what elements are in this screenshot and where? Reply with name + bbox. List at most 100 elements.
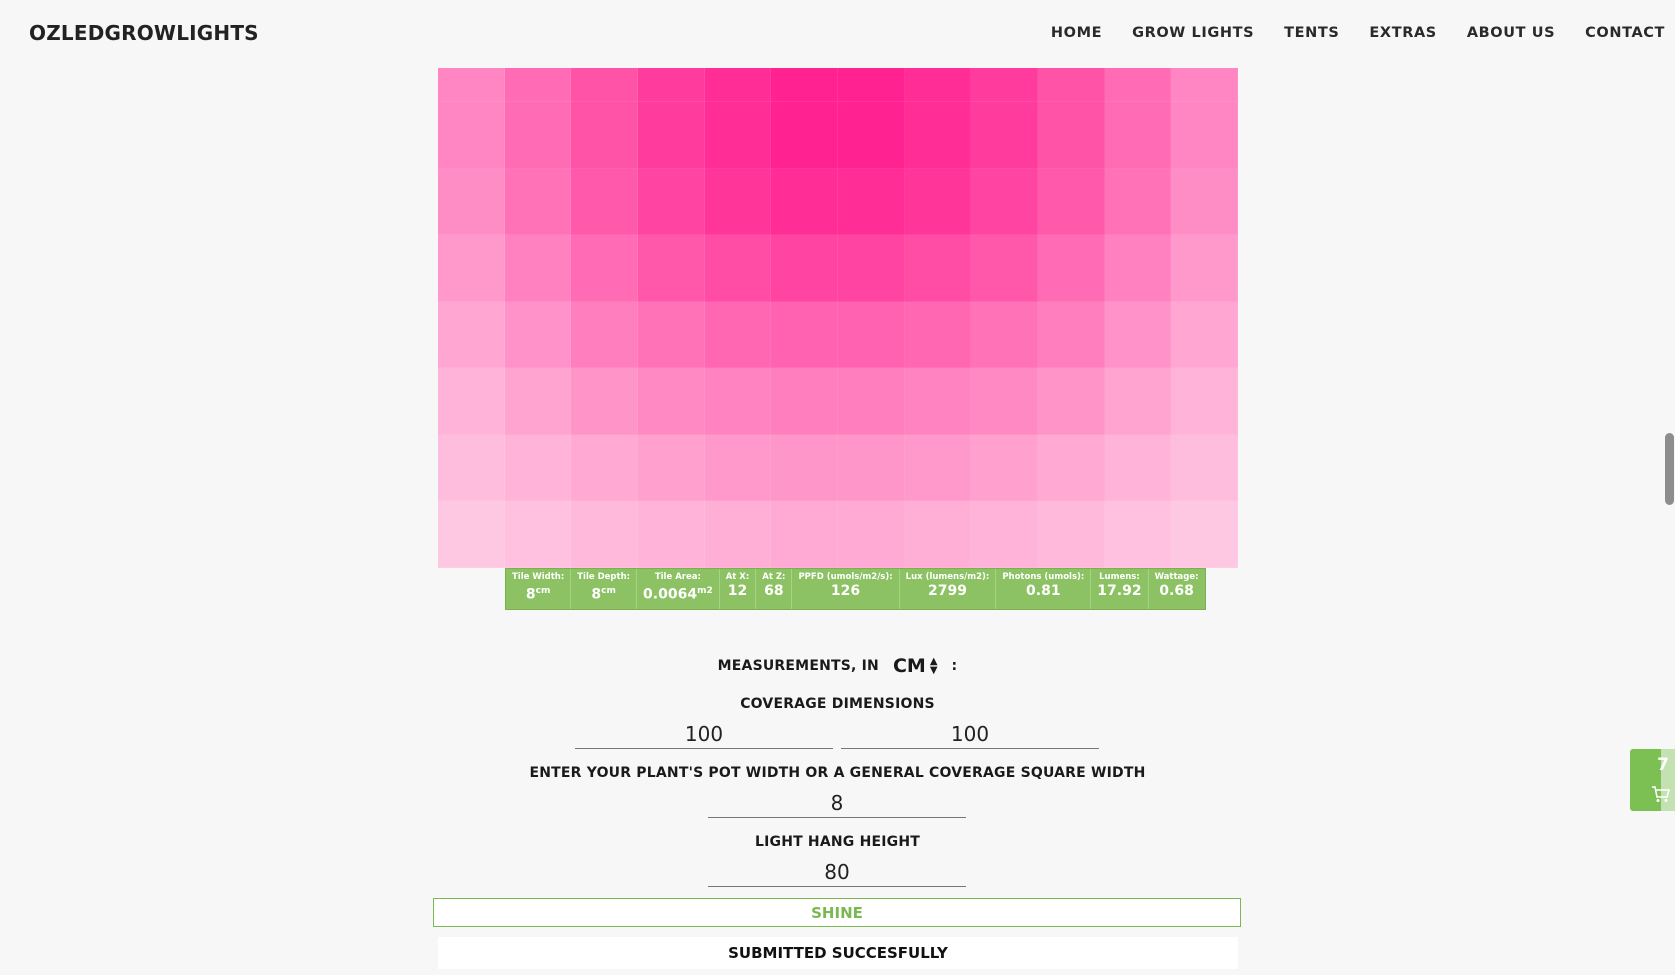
heatmap-tile[interactable] bbox=[571, 168, 638, 236]
heatmap-tile[interactable] bbox=[438, 68, 505, 102]
heatmap-tile[interactable] bbox=[704, 434, 772, 502]
heatmap-tile[interactable] bbox=[771, 68, 838, 102]
heatmap-tile[interactable] bbox=[1037, 68, 1105, 102]
heatmap-tile[interactable] bbox=[1037, 501, 1105, 568]
heatmap-tile[interactable] bbox=[837, 68, 905, 102]
nav-home[interactable]: HOME bbox=[1051, 25, 1102, 41]
page-scrollbar[interactable] bbox=[1663, 0, 1675, 975]
heatmap-tile[interactable] bbox=[438, 168, 505, 236]
heatmap-tile[interactable] bbox=[504, 235, 572, 302]
heatmap-tile[interactable] bbox=[837, 368, 905, 435]
heatmap-tile[interactable] bbox=[837, 434, 905, 502]
heatmap-tile[interactable] bbox=[504, 501, 572, 568]
heatmap-tile[interactable] bbox=[438, 501, 505, 568]
heatmap-tile[interactable] bbox=[904, 102, 972, 169]
heatmap-tile[interactable] bbox=[837, 301, 905, 369]
heatmap-tile[interactable] bbox=[771, 434, 838, 502]
heatmap-tile[interactable] bbox=[1104, 301, 1172, 369]
heatmap-tile[interactable] bbox=[771, 368, 838, 435]
pot-width-input[interactable] bbox=[708, 788, 966, 818]
coverage-depth-input[interactable] bbox=[841, 719, 1099, 749]
shine-button[interactable]: SHINE bbox=[433, 898, 1241, 927]
unit-select[interactable]: CM ▲ ▼ bbox=[893, 655, 938, 677]
heatmap-tile[interactable] bbox=[637, 368, 705, 435]
nav-grow-lights[interactable]: GROW LIGHTS bbox=[1132, 25, 1254, 41]
heatmap-tile[interactable] bbox=[1037, 434, 1105, 502]
heatmap-tile[interactable] bbox=[837, 102, 905, 169]
heatmap-tile[interactable] bbox=[504, 168, 572, 236]
nav-contact[interactable]: CONTACT bbox=[1585, 25, 1665, 41]
heatmap-tile[interactable] bbox=[438, 102, 505, 169]
heatmap-tile[interactable] bbox=[971, 168, 1038, 236]
heatmap-tile[interactable] bbox=[1104, 68, 1172, 102]
heatmap-tile[interactable] bbox=[438, 434, 505, 502]
heatmap-tile[interactable] bbox=[971, 102, 1038, 169]
light-coverage-heatmap[interactable] bbox=[438, 68, 1238, 568]
heatmap-tile[interactable] bbox=[971, 301, 1038, 369]
cart-widget[interactable]: 7 bbox=[1630, 749, 1675, 811]
heatmap-tile[interactable] bbox=[971, 501, 1038, 568]
heatmap-tile[interactable] bbox=[1171, 301, 1238, 369]
heatmap-tile[interactable] bbox=[704, 235, 772, 302]
heatmap-tile[interactable] bbox=[1037, 102, 1105, 169]
heatmap-tile[interactable] bbox=[704, 301, 772, 369]
heatmap-tile[interactable] bbox=[904, 501, 972, 568]
heatmap-tile[interactable] bbox=[637, 235, 705, 302]
heatmap-tile[interactable] bbox=[504, 68, 572, 102]
heatmap-tile[interactable] bbox=[1104, 434, 1172, 502]
heatmap-tile[interactable] bbox=[1037, 368, 1105, 435]
heatmap-tile[interactable] bbox=[904, 168, 972, 236]
nav-extras[interactable]: EXTRAS bbox=[1369, 25, 1436, 41]
coverage-width-input[interactable] bbox=[575, 719, 833, 749]
heatmap-tile[interactable] bbox=[571, 501, 638, 568]
heatmap-tile[interactable] bbox=[1104, 235, 1172, 302]
heatmap-tile[interactable] bbox=[1104, 368, 1172, 435]
heatmap-tile[interactable] bbox=[1104, 168, 1172, 236]
heatmap-tile[interactable] bbox=[704, 368, 772, 435]
heatmap-tile[interactable] bbox=[971, 68, 1038, 102]
heatmap-tile[interactable] bbox=[1037, 168, 1105, 236]
heatmap-tile[interactable] bbox=[904, 434, 972, 502]
heatmap-tile[interactable] bbox=[637, 102, 705, 169]
heatmap-tile[interactable] bbox=[771, 102, 838, 169]
heatmap-tile[interactable] bbox=[837, 168, 905, 236]
heatmap-tile[interactable] bbox=[1104, 501, 1172, 568]
heatmap-tile[interactable] bbox=[971, 434, 1038, 502]
heatmap-tile[interactable] bbox=[504, 301, 572, 369]
heatmap-tile[interactable] bbox=[504, 368, 572, 435]
heatmap-tile[interactable] bbox=[1171, 368, 1238, 435]
heatmap-tile[interactable] bbox=[1171, 235, 1238, 302]
heatmap-tile[interactable] bbox=[571, 301, 638, 369]
heatmap-tile[interactable] bbox=[504, 434, 572, 502]
heatmap-tile[interactable] bbox=[637, 501, 705, 568]
heatmap-tile[interactable] bbox=[438, 235, 505, 302]
heatmap-tile[interactable] bbox=[904, 68, 972, 102]
heatmap-tile[interactable] bbox=[771, 501, 838, 568]
nav-tents[interactable]: TENTS bbox=[1284, 25, 1339, 41]
heatmap-tile[interactable] bbox=[1104, 102, 1172, 169]
heatmap-tile[interactable] bbox=[504, 102, 572, 169]
heatmap-tile[interactable] bbox=[1037, 301, 1105, 369]
heatmap-tile[interactable] bbox=[704, 68, 772, 102]
heatmap-tile[interactable] bbox=[571, 102, 638, 169]
heatmap-tile[interactable] bbox=[637, 434, 705, 502]
heatmap-tile[interactable] bbox=[837, 501, 905, 568]
heatmap-tile[interactable] bbox=[438, 301, 505, 369]
heatmap-tile[interactable] bbox=[571, 235, 638, 302]
heatmap-tile[interactable] bbox=[571, 368, 638, 435]
heatmap-tile[interactable] bbox=[971, 235, 1038, 302]
heatmap-tile[interactable] bbox=[1171, 168, 1238, 236]
heatmap-tile[interactable] bbox=[438, 368, 505, 435]
heatmap-tile[interactable] bbox=[704, 501, 772, 568]
heatmap-tile[interactable] bbox=[637, 68, 705, 102]
heatmap-tile[interactable] bbox=[704, 168, 772, 236]
heatmap-tile[interactable] bbox=[971, 368, 1038, 435]
scrollbar-thumb[interactable] bbox=[1665, 433, 1674, 505]
heatmap-tile[interactable] bbox=[771, 235, 838, 302]
heatmap-tile[interactable] bbox=[904, 301, 972, 369]
heatmap-tile[interactable] bbox=[771, 168, 838, 236]
heatmap-tile[interactable] bbox=[1171, 68, 1238, 102]
nav-about-us[interactable]: ABOUT US bbox=[1467, 25, 1555, 41]
heatmap-tile[interactable] bbox=[1171, 102, 1238, 169]
heatmap-tile[interactable] bbox=[704, 102, 772, 169]
